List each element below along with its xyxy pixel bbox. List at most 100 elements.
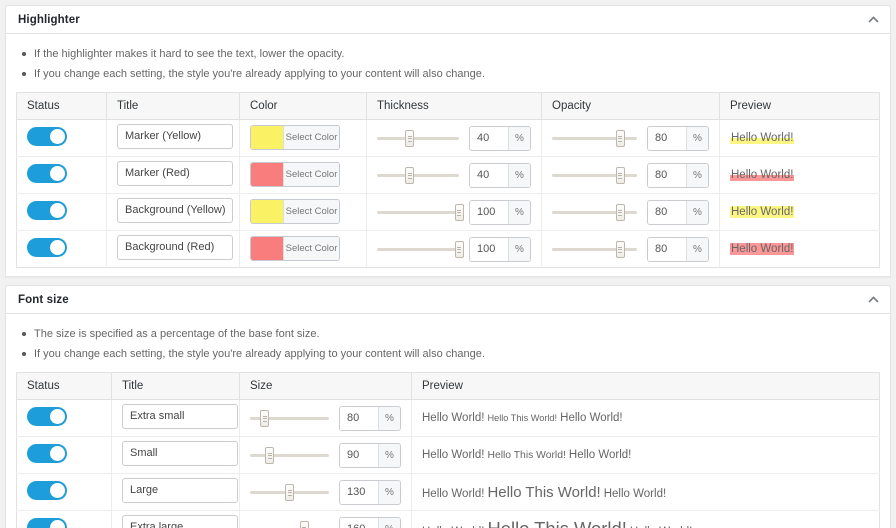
- cell-preview: Hello World!: [719, 156, 880, 194]
- toggle-knob: [50, 203, 65, 218]
- slider-thumb[interactable]: [615, 241, 625, 258]
- cell-thickness: 40%: [366, 156, 542, 194]
- opacity-input-value[interactable]: 80: [648, 163, 686, 187]
- slider-thumb[interactable]: [260, 410, 270, 427]
- panel-header-highlighter[interactable]: Highlighter: [6, 6, 890, 34]
- thickness-slider[interactable]: [377, 164, 459, 186]
- cell-preview: Hello World!: [719, 119, 880, 157]
- thickness-slider[interactable]: [377, 127, 459, 149]
- column-header-thickness: Thickness: [366, 92, 542, 120]
- thickness-input-value[interactable]: 100: [470, 200, 508, 224]
- slider-thumb[interactable]: [615, 130, 625, 147]
- slider-thumb[interactable]: [405, 167, 415, 184]
- percent-suffix: %: [686, 163, 708, 187]
- slider-thumb[interactable]: [454, 204, 464, 221]
- status-toggle[interactable]: [27, 164, 67, 183]
- opacity-slider[interactable]: [552, 201, 637, 223]
- thickness-input[interactable]: 40%: [469, 125, 531, 151]
- size-input[interactable]: 90%: [339, 442, 401, 468]
- title-input[interactable]: Small: [122, 441, 238, 466]
- panel-header-font-size[interactable]: Font size: [6, 286, 890, 314]
- column-header-status: Status: [16, 372, 112, 400]
- percent-suffix: %: [508, 163, 530, 187]
- size-slider[interactable]: [250, 407, 329, 429]
- opacity-slider[interactable]: [552, 127, 637, 149]
- thickness-slider[interactable]: [377, 238, 464, 260]
- status-toggle[interactable]: [27, 444, 67, 463]
- size-slider[interactable]: [250, 481, 329, 503]
- chevron-up-icon[interactable]: [862, 9, 884, 31]
- thickness-input[interactable]: 40%: [469, 162, 531, 188]
- percent-suffix: %: [508, 200, 530, 224]
- percent-suffix: %: [378, 517, 400, 528]
- slider-thumb[interactable]: [299, 521, 309, 528]
- thickness-input-value[interactable]: 40: [470, 126, 508, 150]
- thickness-input-value[interactable]: 40: [470, 163, 508, 187]
- panel-font-size: Font size The size is specified as a per…: [5, 285, 891, 528]
- note-item: If the highlighter makes it hard to see …: [22, 44, 880, 64]
- select-color-button[interactable]: Select Color: [250, 124, 340, 150]
- preview-suffix: Hello World!: [568, 449, 632, 461]
- title-input[interactable]: Large: [122, 478, 238, 503]
- font-size-table: Status Title Size Preview Extra small 80%…: [16, 372, 880, 528]
- opacity-input-value[interactable]: 80: [648, 200, 686, 224]
- thickness-input[interactable]: 100%: [469, 199, 531, 225]
- title-input[interactable]: Background (Yellow): [117, 198, 233, 223]
- size-slider[interactable]: [250, 444, 329, 466]
- size-input[interactable]: 130%: [339, 479, 401, 505]
- status-toggle[interactable]: [27, 407, 67, 426]
- select-color-button[interactable]: Select Color: [250, 161, 340, 187]
- size-input[interactable]: 160%: [339, 516, 401, 528]
- panel-body-highlighter: If the highlighter makes it hard to see …: [6, 34, 890, 276]
- note-item: If you change each setting, the style yo…: [22, 64, 880, 84]
- preview-highlight: Hello World!: [730, 169, 795, 181]
- thickness-slider[interactable]: [377, 201, 464, 223]
- percent-suffix: %: [508, 237, 530, 261]
- size-input-value[interactable]: 130: [340, 480, 378, 504]
- slider-thumb[interactable]: [615, 167, 625, 184]
- opacity-slider[interactable]: [552, 238, 637, 260]
- size-input-value[interactable]: 90: [340, 443, 378, 467]
- slider-track: [377, 248, 459, 251]
- thickness-input-value[interactable]: 100: [470, 237, 508, 261]
- size-input[interactable]: 80%: [339, 405, 401, 431]
- status-toggle[interactable]: [27, 518, 67, 528]
- title-input[interactable]: Background (Red): [117, 235, 233, 260]
- size-slider[interactable]: [250, 518, 329, 528]
- cell-preview: Hello World! Hello This World! Hello Wor…: [412, 511, 880, 528]
- status-toggle[interactable]: [27, 127, 67, 146]
- select-color-button[interactable]: Select Color: [250, 198, 340, 224]
- slider-thumb[interactable]: [454, 241, 464, 258]
- title-input[interactable]: Marker (Yellow): [117, 124, 233, 149]
- status-toggle[interactable]: [27, 238, 67, 257]
- preview-text-wrap: Hello World!: [730, 243, 795, 255]
- chevron-up-icon[interactable]: [862, 289, 884, 311]
- title-input[interactable]: Marker (Red): [117, 161, 233, 186]
- opacity-input-value[interactable]: 80: [648, 126, 686, 150]
- thickness-input[interactable]: 100%: [469, 236, 531, 262]
- preview-prefix: Hello World!: [422, 487, 485, 500]
- slider-thumb[interactable]: [285, 484, 294, 501]
- opacity-slider[interactable]: [552, 164, 637, 186]
- size-input-value[interactable]: 80: [340, 406, 378, 430]
- opacity-input[interactable]: 80%: [647, 162, 709, 188]
- opacity-input[interactable]: 80%: [647, 199, 709, 225]
- cell-size: 90%: [239, 436, 412, 474]
- settings-page: Highlighter If the highlighter makes it …: [0, 0, 896, 528]
- slider-thumb[interactable]: [405, 130, 415, 147]
- select-color-button[interactable]: Select Color: [250, 235, 340, 261]
- opacity-input[interactable]: 80%: [647, 236, 709, 262]
- notes-list-highlighter: If the highlighter makes it hard to see …: [16, 44, 880, 84]
- highlighter-table: Status Title Color Thickness Opacity Pre…: [16, 92, 880, 268]
- status-toggle[interactable]: [27, 481, 67, 500]
- status-toggle[interactable]: [27, 201, 67, 220]
- opacity-input[interactable]: 80%: [647, 125, 709, 151]
- size-input-value[interactable]: 160: [340, 517, 378, 528]
- slider-thumb[interactable]: [615, 204, 625, 221]
- slider-thumb[interactable]: [265, 447, 275, 464]
- opacity-input-value[interactable]: 80: [648, 237, 686, 261]
- preview-sized-text: Hello This World!: [487, 450, 566, 461]
- title-input[interactable]: Extra small: [122, 404, 238, 429]
- percent-suffix: %: [686, 126, 708, 150]
- title-input[interactable]: Extra large: [122, 515, 238, 528]
